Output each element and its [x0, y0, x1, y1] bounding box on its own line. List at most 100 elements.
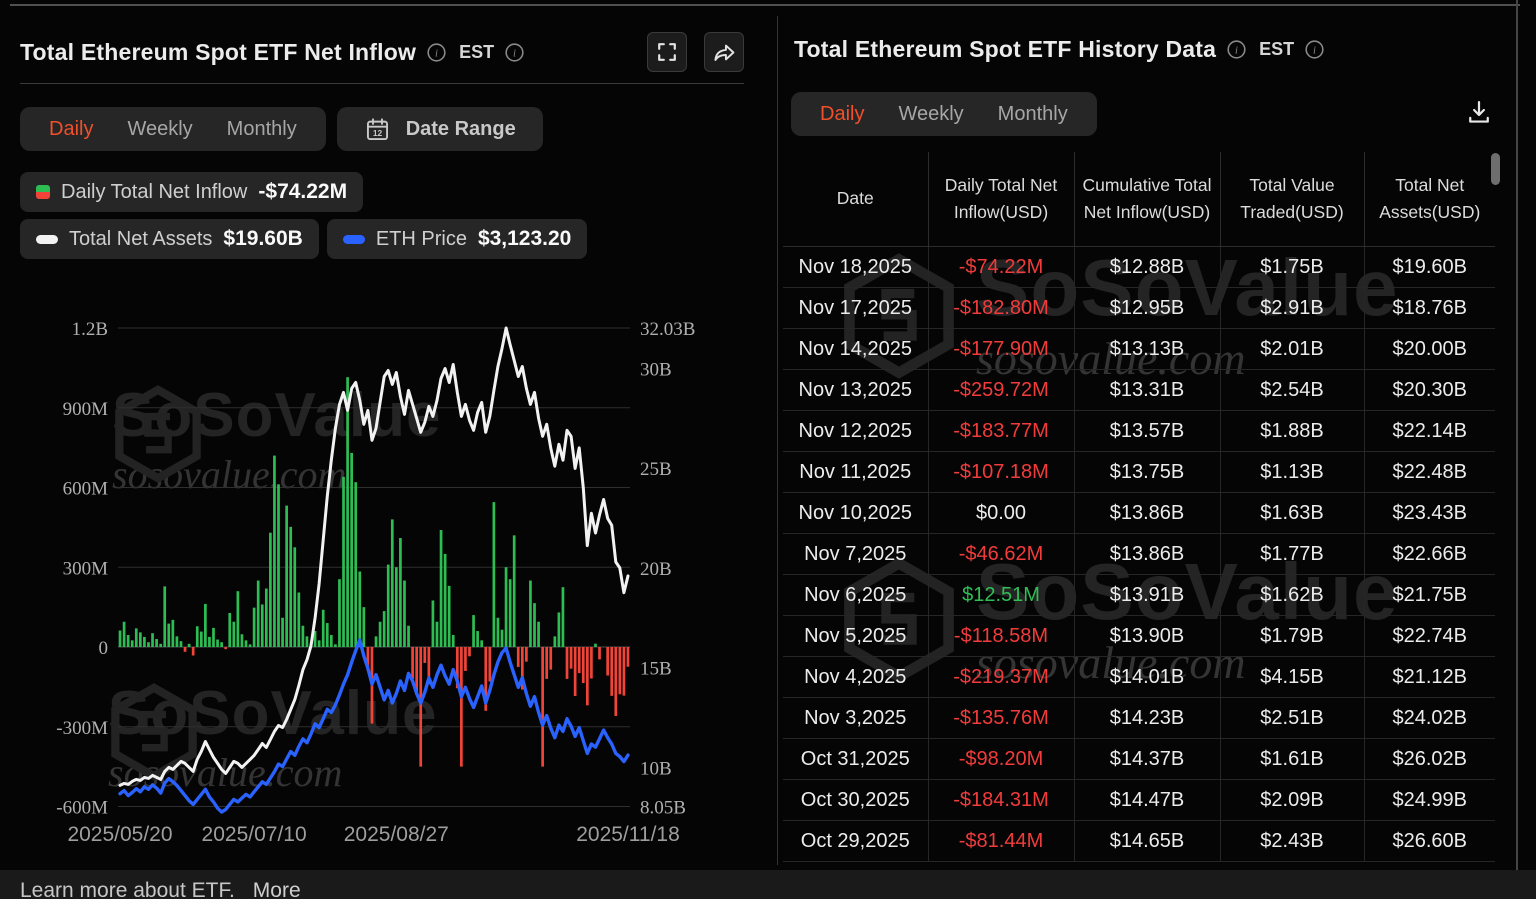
info-icon[interactable]: i [426, 42, 447, 63]
svg-text:8.05B: 8.05B [640, 797, 686, 818]
value-traded-cell: $2.01B [1220, 329, 1364, 370]
cumulative-inflow-cell: $13.13B [1074, 329, 1220, 370]
net-assets-cell: $22.66B [1364, 534, 1495, 575]
tab-daily[interactable]: Daily [803, 92, 881, 136]
svg-text:i: i [1313, 45, 1316, 56]
value-traded-cell: $2.43B [1220, 821, 1364, 862]
column-header: Date [783, 152, 928, 247]
daily-inflow-cell: -$177.90M [928, 329, 1074, 370]
table-panel-header: Total Ethereum Spot ETF History Data i E… [794, 36, 1325, 63]
cumulative-inflow-cell: $13.31B [1074, 370, 1220, 411]
date-cell: Nov 7,2025 [783, 534, 928, 575]
net-assets-cell: $21.75B [1364, 575, 1495, 616]
column-header: Daily Total Net Inflow(USD) [928, 152, 1074, 247]
info-icon[interactable]: i [1226, 39, 1247, 60]
date-cell: Nov 4,2025 [783, 657, 928, 698]
cumulative-inflow-cell: $14.65B [1074, 821, 1220, 862]
table-row: Oct 31,2025-$98.20M$14.37B$1.61B$26.02B [783, 739, 1495, 780]
date-cell: Nov 11,2025 [783, 452, 928, 493]
table-period-tabs: Daily Weekly Monthly [791, 92, 1097, 136]
svg-text:600M: 600M [63, 479, 109, 500]
daily-inflow-cell: -$183.77M [928, 411, 1074, 452]
daily-inflow-cell: -$74.22M [928, 247, 1074, 288]
net-assets-cell: $22.74B [1364, 616, 1495, 657]
fullscreen-button[interactable] [647, 32, 687, 72]
value-traded-cell: $1.63B [1220, 493, 1364, 534]
legend-eth-label: ETH Price [376, 228, 467, 251]
value-traded-cell: $2.09B [1220, 780, 1364, 821]
date-range-button[interactable]: 12 Date Range [337, 107, 543, 151]
table-title: Total Ethereum Spot ETF History Data [794, 36, 1216, 63]
svg-text:2025/05/20: 2025/05/20 [67, 823, 172, 846]
daily-inflow-cell: -$46.62M [928, 534, 1074, 575]
cumulative-inflow-cell: $13.90B [1074, 616, 1220, 657]
table-row: Oct 30,2025-$184.31M$14.47B$2.09B$24.99B [783, 780, 1495, 821]
chart-controls: Daily Weekly Monthly 12 Date Range [20, 107, 543, 151]
eth-series-icon [343, 235, 365, 244]
etf-dashboard: Total Ethereum Spot ETF Net Inflow i EST… [0, 0, 1536, 899]
tab-monthly[interactable]: Monthly [981, 92, 1085, 136]
date-cell: Nov 10,2025 [783, 493, 928, 534]
legend-eth-price[interactable]: ETH Price $3,123.20 [327, 219, 588, 259]
date-cell: Nov 3,2025 [783, 698, 928, 739]
daily-inflow-cell: -$182.80M [928, 288, 1074, 329]
value-traded-cell: $2.54B [1220, 370, 1364, 411]
svg-text:-300M: -300M [56, 718, 108, 739]
page-scrollbar-track[interactable] [1516, 0, 1518, 899]
value-traded-cell: $1.62B [1220, 575, 1364, 616]
date-cell: Nov 17,2025 [783, 288, 928, 329]
table-row: Nov 11,2025-$107.18M$13.75B$1.13B$22.48B [783, 452, 1495, 493]
date-cell: Nov 6,2025 [783, 575, 928, 616]
tab-daily[interactable]: Daily [32, 107, 110, 151]
table-controls: Daily Weekly Monthly [791, 92, 1515, 136]
svg-text:-600M: -600M [56, 798, 108, 819]
more-link[interactable]: More [253, 879, 301, 899]
daily-inflow-cell: -$135.76M [928, 698, 1074, 739]
tab-monthly[interactable]: Monthly [210, 107, 314, 151]
svg-text:2025/08/27: 2025/08/27 [344, 823, 449, 846]
legend-daily-label: Daily Total Net Inflow [61, 181, 247, 204]
download-icon[interactable] [1465, 98, 1493, 131]
legend-assets-label: Total Net Assets [69, 228, 212, 251]
table-row: Nov 17,2025-$182.80M$12.95B$2.91B$18.76B [783, 288, 1495, 329]
value-traded-cell: $1.88B [1220, 411, 1364, 452]
cumulative-inflow-cell: $14.23B [1074, 698, 1220, 739]
date-cell: Nov 14,2025 [783, 329, 928, 370]
net-assets-cell: $26.02B [1364, 739, 1495, 780]
share-icon[interactable] [704, 32, 744, 72]
value-traded-cell: $1.61B [1220, 739, 1364, 780]
date-cell: Nov 12,2025 [783, 411, 928, 452]
table-row: Nov 14,2025-$177.90M$13.13B$2.01B$20.00B [783, 329, 1495, 370]
cumulative-inflow-cell: $13.75B [1074, 452, 1220, 493]
svg-text:1.2B: 1.2B [72, 319, 108, 340]
daily-inflow-cell: -$107.18M [928, 452, 1074, 493]
daily-inflow-cell: $12.51M [928, 575, 1074, 616]
column-header: Total Value Traded(USD) [1220, 152, 1364, 247]
info-icon[interactable]: i [1304, 39, 1325, 60]
table-scrollbar-thumb[interactable] [1491, 153, 1500, 185]
chart-period-tabs: Daily Weekly Monthly [20, 107, 326, 151]
info-icon[interactable]: i [504, 42, 525, 63]
inflow-series-icon [36, 185, 50, 199]
net-assets-cell: $24.02B [1364, 698, 1495, 739]
column-header: Cumulative Total Net Inflow(USD) [1074, 152, 1220, 247]
value-traded-cell: $1.75B [1220, 247, 1364, 288]
net-assets-cell: $22.48B [1364, 452, 1495, 493]
learn-more-note: Learn more about ETF.More [20, 879, 301, 899]
tab-weekly[interactable]: Weekly [881, 92, 980, 136]
legend-total-net-assets[interactable]: Total Net Assets $19.60B [20, 219, 319, 259]
tab-weekly[interactable]: Weekly [110, 107, 209, 151]
svg-text:900M: 900M [63, 399, 109, 420]
est-label: EST [1259, 39, 1294, 60]
legend-eth-value: $3,123.20 [478, 227, 571, 251]
svg-text:i: i [513, 48, 516, 59]
net-assets-cell: $20.30B [1364, 370, 1495, 411]
value-traded-cell: $1.79B [1220, 616, 1364, 657]
history-table: DateDaily Total Net Inflow(USD)Cumulativ… [783, 152, 1495, 862]
date-range-label: Date Range [406, 118, 516, 141]
svg-text:25B: 25B [640, 459, 672, 480]
svg-text:30B: 30B [640, 359, 672, 380]
legend-daily-net-inflow[interactable]: Daily Total Net Inflow -$74.22M [20, 172, 363, 212]
chart-panel-header: Total Ethereum Spot ETF Net Inflow i EST… [20, 30, 744, 74]
inflow-chart: SoSoValue sosovalue.com SoSoValue sosova… [0, 285, 777, 860]
